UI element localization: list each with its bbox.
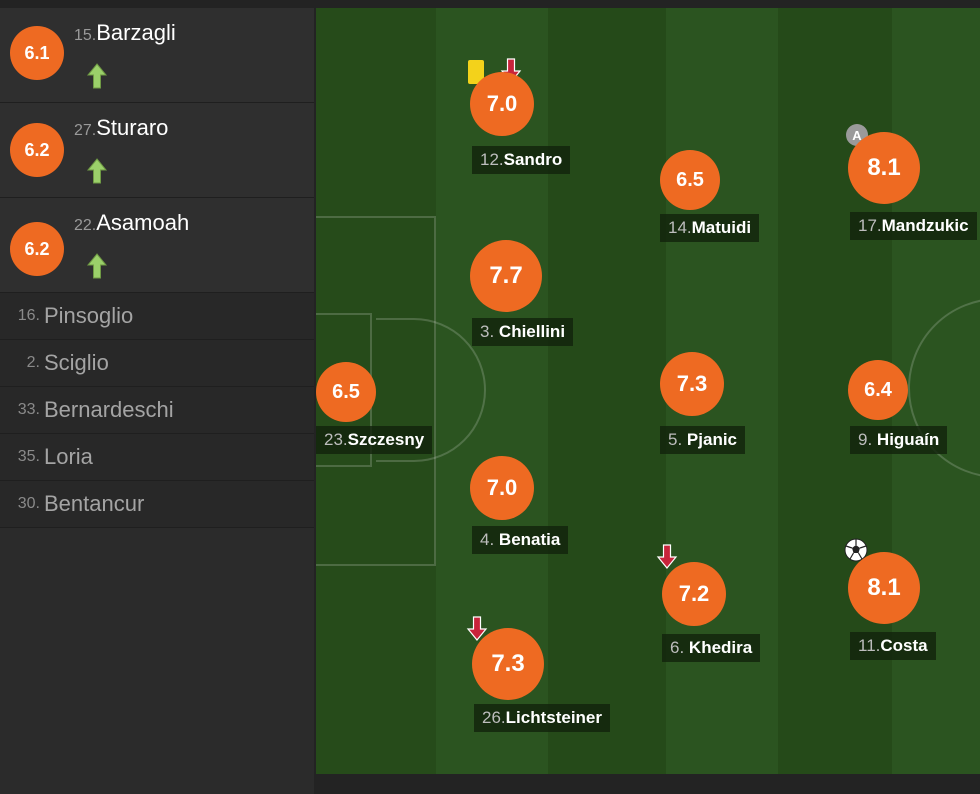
- bench-row[interactable]: 16. Pinsoglio: [0, 293, 314, 340]
- bench-number: 16.: [17, 307, 40, 324]
- player-name-label: 9. Higuaín: [850, 426, 948, 454]
- player-name-label: 14.Matuidi: [660, 214, 760, 242]
- sub-out-arrow-icon: [656, 544, 678, 569]
- player-rating-badge: 6.5: [660, 150, 720, 210]
- player-name: Chiellini: [498, 322, 566, 341]
- substitute-name: 22.Asamoah: [74, 210, 189, 236]
- player-name: Higuaín: [876, 430, 940, 449]
- substitute-row[interactable]: 6.2 22.Asamoah: [0, 198, 314, 293]
- bench-number: 2.: [26, 354, 40, 371]
- player-number: 11.: [858, 636, 881, 655]
- bench-name: Loria: [44, 444, 93, 469]
- player-name-label: 12.Sandro: [472, 146, 571, 174]
- player-name: Sandro: [503, 150, 563, 169]
- bench-name: Bernardeschi: [44, 397, 174, 422]
- bench-name: Sciglio: [44, 350, 109, 375]
- sub-in-arrow-icon: [86, 253, 108, 279]
- player-rating-badge: 8.1: [848, 552, 920, 624]
- substitute-row[interactable]: 6.1 15.Barzagli: [0, 8, 314, 103]
- player-rating-badge: 7.7: [470, 240, 542, 312]
- bench-number: 30.: [17, 495, 40, 512]
- substitute-number: 15.: [74, 27, 97, 44]
- substitute-number: 27.: [74, 122, 97, 139]
- player-number: 4.: [480, 530, 495, 549]
- player-name: Pjanic: [686, 430, 738, 449]
- bench-row[interactable]: 33. Bernardeschi: [0, 387, 314, 434]
- player-number: 5.: [668, 430, 683, 449]
- player-name-label: 26.Lichtsteiner: [474, 704, 610, 732]
- substitute-name: 15.Barzagli: [74, 20, 176, 46]
- player-name-label: 17.Mandzukic: [850, 212, 977, 240]
- player-name: Mandzukic: [881, 216, 969, 235]
- sub-in-arrow-icon: [86, 158, 108, 184]
- substitute-label: Barzagli: [96, 20, 176, 45]
- bench-name: Bentancur: [44, 491, 145, 516]
- bench-name: Pinsoglio: [44, 303, 134, 328]
- player-name-label: 6. Khedira: [662, 634, 761, 662]
- player-rating-badge: 7.2: [662, 562, 726, 626]
- player-number: 17.: [858, 216, 882, 235]
- player-name: Khedira: [688, 638, 753, 657]
- player-name: Szczesny: [347, 430, 425, 449]
- player-rating-badge: 6.2: [10, 222, 64, 276]
- player-name: Lichtsteiner: [505, 708, 602, 727]
- bench-number: 35.: [17, 448, 40, 465]
- player-rating-badge: 6.4: [848, 360, 908, 420]
- player-number: 9.: [858, 430, 873, 449]
- player-number: 14.: [668, 218, 692, 237]
- substitute-label: Sturaro: [96, 115, 169, 140]
- player-rating-badge: 7.3: [472, 628, 544, 700]
- pitch: 6.5 23.Szczesny 7.0 12.Sandro 7.7 3. Chi…: [316, 8, 980, 774]
- player-rating-badge: 7.0: [470, 456, 534, 520]
- player-name-label: 23.Szczesny: [316, 426, 433, 454]
- player-name-label: 11.Costa: [850, 632, 936, 660]
- player-rating-badge: 7.3: [660, 352, 724, 416]
- player-name: Benatia: [498, 530, 561, 549]
- bench-row[interactable]: 30. Bentancur: [0, 481, 314, 528]
- player-rating-badge: 7.0: [470, 72, 534, 136]
- sub-in-arrow-icon: [86, 63, 108, 89]
- pitch-stripe: [548, 8, 666, 774]
- player-rating-badge: 8.1: [848, 132, 920, 204]
- substitute-row[interactable]: 6.2 27.Sturaro: [0, 103, 314, 198]
- substitute-number: 22.: [74, 217, 97, 234]
- player-name-label: 5. Pjanic: [660, 426, 746, 454]
- bench-row[interactable]: 2. Sciglio: [0, 340, 314, 387]
- player-name-label: 3. Chiellini: [472, 318, 574, 346]
- player-number: 26.: [482, 708, 506, 727]
- player-number: 23.: [324, 430, 348, 449]
- player-rating-badge: 6.2: [10, 123, 64, 177]
- player-rating-badge: 6.1: [10, 26, 64, 80]
- bench-number: 33.: [17, 401, 40, 418]
- player-name: Costa: [880, 636, 928, 655]
- player-number: 3.: [480, 322, 495, 341]
- player-name: Matuidi: [691, 218, 752, 237]
- player-rating-badge: 6.5: [316, 362, 376, 422]
- player-number: 6.: [670, 638, 685, 657]
- player-name-label: 4. Benatia: [472, 526, 569, 554]
- player-number: 12.: [480, 150, 504, 169]
- lineup-app: 6.1 15.Barzagli 6.2 27.Sturaro 6.2 22.As…: [0, 0, 980, 794]
- bench-row[interactable]: 35. Loria: [0, 434, 314, 481]
- substitute-name: 27.Sturaro: [74, 115, 168, 141]
- substitutes-sidebar: 6.1 15.Barzagli 6.2 27.Sturaro 6.2 22.As…: [0, 8, 314, 794]
- substitute-label: Asamoah: [96, 210, 190, 235]
